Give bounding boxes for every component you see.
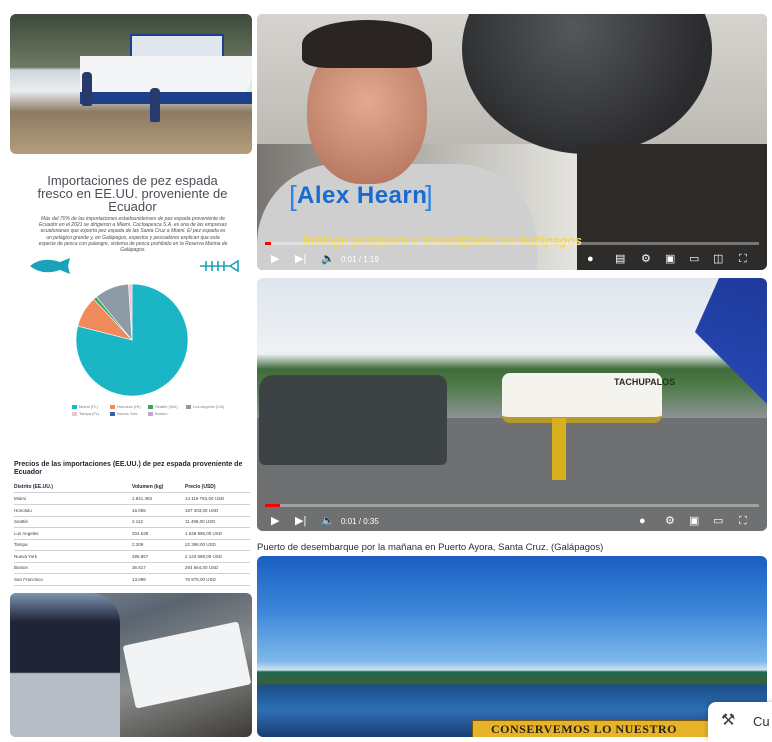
cast-icon[interactable]: ◫ xyxy=(713,253,723,265)
pie-legend: Miami (FL) Honolulu (HI) Seattle (WA) Los A… xyxy=(10,404,252,424)
play-icon[interactable]: ▶ xyxy=(271,515,279,527)
legend-item: Nueva York xyxy=(110,411,137,416)
table-cell: San Francisco xyxy=(14,576,43,582)
table-cell: 1 648 995,00 USD xyxy=(185,530,223,536)
legend-item: Seattle (WA) xyxy=(148,404,178,409)
table-cell: 13.098 xyxy=(132,576,146,582)
col-header-price: Precio (USD) xyxy=(185,484,216,490)
interview-video-player[interactable]: [ Alex Hearn ] Biólogo pesquero e invest… xyxy=(257,14,767,270)
table-cell: 22 398,00 USD xyxy=(185,542,216,547)
tuna-fish-icon xyxy=(30,258,70,274)
table-cell: 14 119 783,00 USD xyxy=(185,496,225,501)
legend-item: Los Angeles (CA) xyxy=(186,404,224,409)
next-icon[interactable]: ▶| xyxy=(295,515,306,527)
table-cell: 264 564,00 USD xyxy=(185,565,219,570)
col-header-district: Distrito (EE.UU.) xyxy=(14,484,53,490)
table-cell: Miami xyxy=(14,496,26,501)
col-header-volume: Volumen (kg) xyxy=(132,484,164,490)
bus-sign-text: TACHUPALOS xyxy=(614,377,676,387)
table-cell: 2.209 xyxy=(132,542,144,547)
video1-controls: ▶ ▶| 🔈 0:01 / 1:19 ● ▤ ⚙ ▣ ▭ ◫ ⛶ xyxy=(257,240,767,270)
table-cell: 36.817 xyxy=(132,565,146,570)
harbor-video-player[interactable]: TACHUPALOS ▶ ▶| 🔈 0:01 / 0:35 ● ⚙ ▣ ▭ ⛶ xyxy=(257,278,767,531)
settings-gear-icon[interactable]: ⚙ xyxy=(665,515,675,527)
miniplayer-icon[interactable]: ▣ xyxy=(689,515,699,527)
legend-item: Miami (FL) xyxy=(72,404,98,409)
theater-mode-icon[interactable]: ▭ xyxy=(713,515,723,527)
play-icon[interactable]: ▶ xyxy=(271,253,279,265)
video2-time: 0:01 / 0:35 xyxy=(341,517,379,526)
video2-controls: ▶ ▶| 🔈 0:01 / 0:35 ● ⚙ ▣ ▭ ⛶ xyxy=(257,502,767,531)
table-cell: Los Angeles xyxy=(14,530,39,536)
table-cell: Seattle xyxy=(14,519,29,524)
table-cell: Tampa xyxy=(14,542,28,547)
conservation-sign: CONSERVEMOS LO NUESTRO xyxy=(472,720,724,737)
bay-photo: CONSERVEMOS LO NUESTRO xyxy=(257,556,767,737)
harbor-video-caption: Puerto de desembarque por la mañana en P… xyxy=(257,542,604,553)
fullscreen-icon[interactable]: ⛶ xyxy=(739,515,747,527)
volume-icon[interactable]: 🔈 xyxy=(321,515,335,527)
next-icon[interactable]: ▶| xyxy=(295,253,306,265)
boat-dock-photo xyxy=(10,14,252,154)
video1-progress-bar[interactable] xyxy=(265,242,759,245)
table-cell: 76 875,00 USD xyxy=(185,576,216,582)
autoplay-toggle-icon[interactable]: ● xyxy=(639,515,646,527)
table-cell: 11 498,00 USD xyxy=(185,519,216,524)
table-cell: 167 403,00 USD xyxy=(185,507,219,513)
table-cell: 16.065 xyxy=(132,507,146,513)
table-cell: 2 123 688,00 USD xyxy=(185,553,223,559)
table-cell: Boston xyxy=(14,565,29,570)
theater-mode-icon[interactable]: ▭ xyxy=(689,253,699,265)
table-cell: 2.112 xyxy=(132,519,143,524)
speaker-name-overlay: Alex Hearn xyxy=(297,182,428,209)
settings-gear-icon[interactable]: ⚙ xyxy=(641,253,651,265)
tools-button[interactable]: ⚒ Cu xyxy=(708,702,772,742)
fish-skeleton-icon xyxy=(200,259,239,273)
subtitles-icon[interactable]: ▤ xyxy=(615,253,625,265)
tools-button-label: Cu xyxy=(753,714,770,729)
conservation-sign-text: CONSERVEMOS LO NUESTRO xyxy=(491,722,677,736)
table-cell: Nueva York xyxy=(14,553,38,559)
table-cell: 1.841.383 xyxy=(132,496,153,501)
miniplayer-icon[interactable]: ▣ xyxy=(665,253,675,265)
infographic-body: Más del 70% de las importaciones estadou… xyxy=(38,216,228,254)
fullscreen-icon[interactable]: ⛶ xyxy=(739,253,747,265)
legend-item: Tampa (FL) xyxy=(72,411,99,416)
legend-item: Honolulu (HI) xyxy=(110,404,141,409)
volume-icon[interactable]: 🔈 xyxy=(321,253,335,265)
video1-time: 0:01 / 1:19 xyxy=(341,255,379,264)
autoplay-toggle-icon[interactable]: ● xyxy=(587,253,594,265)
tools-icon: ⚒ xyxy=(721,712,736,729)
legend-item: Boston xyxy=(148,411,167,416)
import-price-table: Precios de las importaciones (EE.UU.) de… xyxy=(10,454,252,590)
import-share-pie-chart xyxy=(75,283,189,397)
table-cell: 204.638 xyxy=(132,530,149,536)
table-cell: Honolulu xyxy=(14,507,32,513)
video2-progress-bar[interactable] xyxy=(265,504,759,507)
price-table-title: Precios de las importaciones (EE.UU.) de… xyxy=(14,461,243,476)
infographic-title: Importaciones de pez espada fresco en EE… xyxy=(37,173,228,214)
table-cell: 286.857 xyxy=(132,553,149,559)
fisher-logbook-photo xyxy=(10,593,252,737)
swordfish-import-infographic: Importaciones de pez espada fresco en EE… xyxy=(10,154,252,454)
